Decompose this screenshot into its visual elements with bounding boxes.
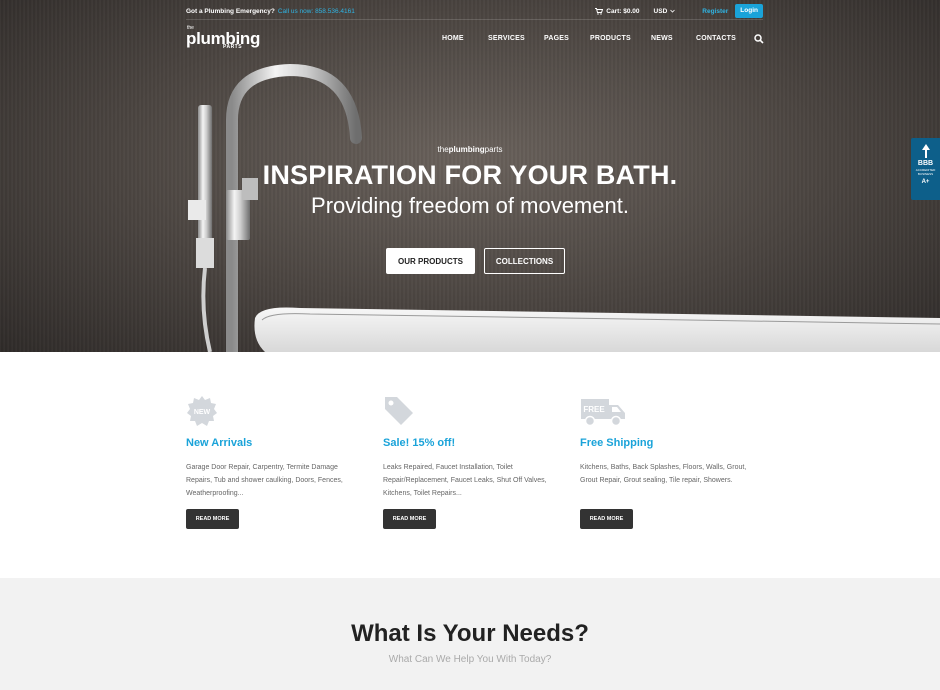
feature-desc: Garage Door Repair, Carpentry, Termite D… <box>186 464 343 497</box>
currency-value: USD <box>653 7 668 15</box>
bbb-rating: A+ <box>921 179 930 185</box>
register-link[interactable]: Register <box>702 8 728 15</box>
new-badge-text: NEW <box>194 409 211 416</box>
new-badge-icon: NEW <box>187 396 217 426</box>
feature-desc: Leaks Repaired, Faucet Installation, Toi… <box>383 464 547 497</box>
header-divider <box>186 19 763 20</box>
bbb-sub: ACCREDITED BUSINESS <box>915 168 936 176</box>
nav-products[interactable]: PRODUCTS <box>590 35 631 42</box>
hero-brand-suffix: parts <box>484 145 503 154</box>
hero-brand: theplumbingparts <box>0 145 940 154</box>
hero-brand-bold: plumbing <box>448 145 485 154</box>
feature-title: Sale! 15% off! <box>383 437 456 449</box>
cart-link[interactable]: Cart: $0.00 <box>595 7 640 15</box>
currency-select[interactable]: USD <box>654 8 676 15</box>
bbb-badge[interactable]: BBB ACCREDITED BUSINESS A+ <box>911 138 940 200</box>
read-more-button[interactable]: READ MORE <box>186 509 239 529</box>
nav-contacts[interactable]: CONTACTS <box>696 35 736 42</box>
hero-banner: Got a Plumbing Emergency? Call us now: 8… <box>0 0 940 352</box>
feature-free-shipping: FREE Free Shipping Kitchens, Baths, Back… <box>580 395 760 529</box>
feature-sale: Sale! 15% off! Leaks Repaired, Faucet In… <box>383 395 563 529</box>
needs-title: What Is Your Needs? <box>351 620 589 647</box>
delivery-truck-icon: FREE <box>581 399 625 427</box>
nav-home[interactable]: HOME <box>442 35 464 42</box>
nav-services[interactable]: SERVICES <box>488 35 525 42</box>
needs-section: What Is Your Needs? What Can We Help You… <box>0 578 940 690</box>
read-more-button[interactable]: READ MORE <box>580 509 633 529</box>
price-tag-icon <box>385 397 413 425</box>
feature-title: New Arrivals <box>186 437 253 449</box>
feature-new-arrivals: NEW New Arrivals Garage Door Repair, Car… <box>186 395 366 529</box>
phone-link[interactable]: Call us now: 858.536.4161 <box>278 8 355 15</box>
read-more-button[interactable]: READ MORE <box>383 509 436 529</box>
cart-total: Cart: $0.00 <box>606 7 640 15</box>
emergency-text: Got a Plumbing Emergency? <box>186 7 275 15</box>
chevron-down-icon <box>670 9 676 13</box>
nav-news[interactable]: NEWS <box>651 35 673 42</box>
our-products-button[interactable]: OUR PRODUCTS <box>386 248 475 274</box>
search-icon[interactable] <box>754 34 764 44</box>
needs-subtitle: What Can We Help You With Today? <box>388 654 552 665</box>
hero-headline: INSPIRATION FOR YOUR BATH. <box>262 160 678 190</box>
feature-title: Free Shipping <box>580 437 654 449</box>
logo-parts: PARTS <box>223 44 243 50</box>
nav-pages[interactable]: PAGES <box>544 35 569 42</box>
login-button[interactable]: Login <box>735 4 763 18</box>
bbb-torch-icon <box>921 144 930 158</box>
collections-button[interactable]: COLLECTIONS <box>484 248 565 274</box>
top-bar: Got a Plumbing Emergency? Call us now: 8… <box>186 4 763 18</box>
cart-icon <box>595 7 604 15</box>
hero-subheadline: Providing freedom of movement. <box>311 193 629 218</box>
hero-brand-prefix: the <box>437 145 449 154</box>
bbb-label: BBB <box>917 160 934 167</box>
feature-desc: Kitchens, Baths, Back Splashes, Floors, … <box>580 464 747 484</box>
free-badge-text: FREE <box>583 405 605 414</box>
